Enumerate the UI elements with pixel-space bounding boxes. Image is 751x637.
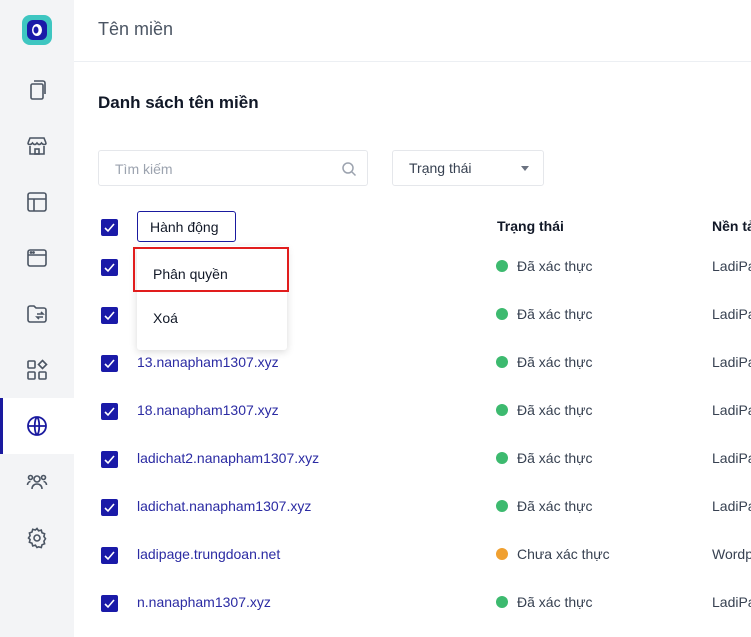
domain-link[interactable]: 18.nanapham1307.xyz	[137, 402, 279, 418]
status-dot	[496, 404, 508, 416]
sidebar-item-domains[interactable]	[0, 398, 74, 454]
status-cell: Đã xác thực	[496, 354, 593, 370]
folder-icon	[27, 305, 47, 323]
sidebar-item-settings[interactable]	[0, 510, 74, 566]
sidebar-item-store[interactable]	[0, 118, 74, 174]
status-cell: Đã xác thực	[496, 402, 593, 418]
gear-icon	[27, 527, 47, 549]
status-dot	[496, 452, 508, 464]
platform-cell: LadiPa	[712, 258, 751, 274]
check-icon	[104, 311, 115, 321]
check-icon	[104, 263, 115, 273]
check-icon	[104, 359, 115, 369]
browser-icon	[27, 249, 47, 267]
check-icon	[104, 455, 115, 465]
pages-icon	[30, 80, 46, 100]
menu-item-delete[interactable]: Xoá	[153, 310, 178, 326]
column-header-platform: Nền tả	[712, 218, 751, 234]
status-filter-select[interactable]: Trạng thái	[392, 150, 544, 186]
row-checkbox[interactable]	[101, 307, 118, 324]
sidebar-item-files[interactable]	[0, 286, 74, 342]
sidebar-item-browser[interactable]	[0, 230, 74, 286]
status-dot	[496, 308, 508, 320]
platform-cell: LadiPa	[712, 402, 751, 418]
platform-cell: Wordp	[712, 546, 751, 562]
sidebar	[0, 0, 74, 637]
check-icon	[104, 599, 115, 609]
row-checkbox[interactable]	[101, 499, 118, 516]
search-icon[interactable]	[341, 161, 357, 177]
row-checkbox[interactable]	[101, 595, 118, 612]
status-text: Đã xác thực	[517, 354, 593, 370]
page-title: Tên miền	[98, 19, 174, 39]
status-text: Đã xác thực	[517, 594, 593, 610]
column-header-status: Trạng thái	[497, 218, 564, 234]
status-text: Đã xác thực	[517, 306, 593, 322]
platform-cell: LadiPa	[712, 306, 751, 322]
check-icon	[104, 223, 115, 233]
status-dot	[496, 548, 508, 560]
status-dot	[496, 500, 508, 512]
select-all-checkbox[interactable]	[101, 219, 118, 236]
caret-down-icon	[521, 166, 529, 171]
status-text: Đã xác thực	[517, 498, 593, 514]
bulk-action-label: Hành động	[150, 219, 219, 235]
sidebar-item-apps[interactable]	[0, 342, 74, 398]
platform-cell: LadiPa	[712, 498, 751, 514]
status-cell: Đã xác thực	[496, 258, 593, 274]
status-cell: Đã xác thực	[496, 306, 593, 322]
domain-link[interactable]: ladipage.trungdoan.net	[137, 546, 280, 562]
row-checkbox[interactable]	[101, 403, 118, 420]
sidebar-item-users[interactable]	[0, 454, 74, 510]
status-text: Đã xác thực	[517, 402, 593, 418]
status-cell: Đã xác thực	[496, 498, 593, 514]
row-checkbox[interactable]	[101, 547, 118, 564]
status-dot	[496, 356, 508, 368]
apps-icon	[27, 359, 48, 380]
domain-link[interactable]: n.nanapham1307.xyz	[137, 594, 271, 610]
globe-icon	[27, 416, 47, 436]
platform-cell: LadiPa	[712, 354, 751, 370]
bulk-action-button[interactable]: Hành động	[137, 211, 236, 242]
domain-link[interactable]: 13.nanapham1307.xyz	[137, 354, 279, 370]
status-dot	[496, 596, 508, 608]
status-cell: Chưa xác thực	[496, 546, 610, 562]
sidebar-item-pages[interactable]	[0, 62, 74, 118]
row-checkbox[interactable]	[101, 259, 118, 276]
status-dot	[496, 260, 508, 272]
search-placeholder: Tìm kiếm	[115, 161, 173, 177]
search-input[interactable]: Tìm kiếm	[98, 150, 368, 186]
page-header: Tên miền	[74, 0, 751, 62]
app-logo-icon[interactable]	[21, 14, 53, 46]
row-checkbox[interactable]	[101, 451, 118, 468]
check-icon	[104, 551, 115, 561]
status-text: Đã xác thực	[517, 258, 593, 274]
section-title: Danh sách tên miền	[98, 93, 259, 112]
status-filter-label: Trạng thái	[409, 160, 472, 176]
status-cell: Đã xác thực	[496, 450, 593, 466]
row-checkbox[interactable]	[101, 355, 118, 372]
highlight-box	[133, 247, 289, 292]
status-text: Đã xác thực	[517, 450, 593, 466]
status-text: Chưa xác thực	[517, 546, 610, 562]
status-cell: Đã xác thực	[496, 594, 593, 610]
layout-icon	[27, 192, 47, 212]
users-icon	[26, 474, 48, 490]
check-icon	[104, 503, 115, 513]
domain-link[interactable]: ladichat.nanapham1307.xyz	[137, 498, 311, 514]
platform-cell: LadiPa	[712, 450, 751, 466]
check-icon	[104, 407, 115, 417]
domain-link[interactable]: ladichat2.nanapham1307.xyz	[137, 450, 319, 466]
platform-cell: LadiPa	[712, 594, 751, 610]
sidebar-item-layout[interactable]	[0, 174, 74, 230]
store-icon	[27, 137, 47, 155]
